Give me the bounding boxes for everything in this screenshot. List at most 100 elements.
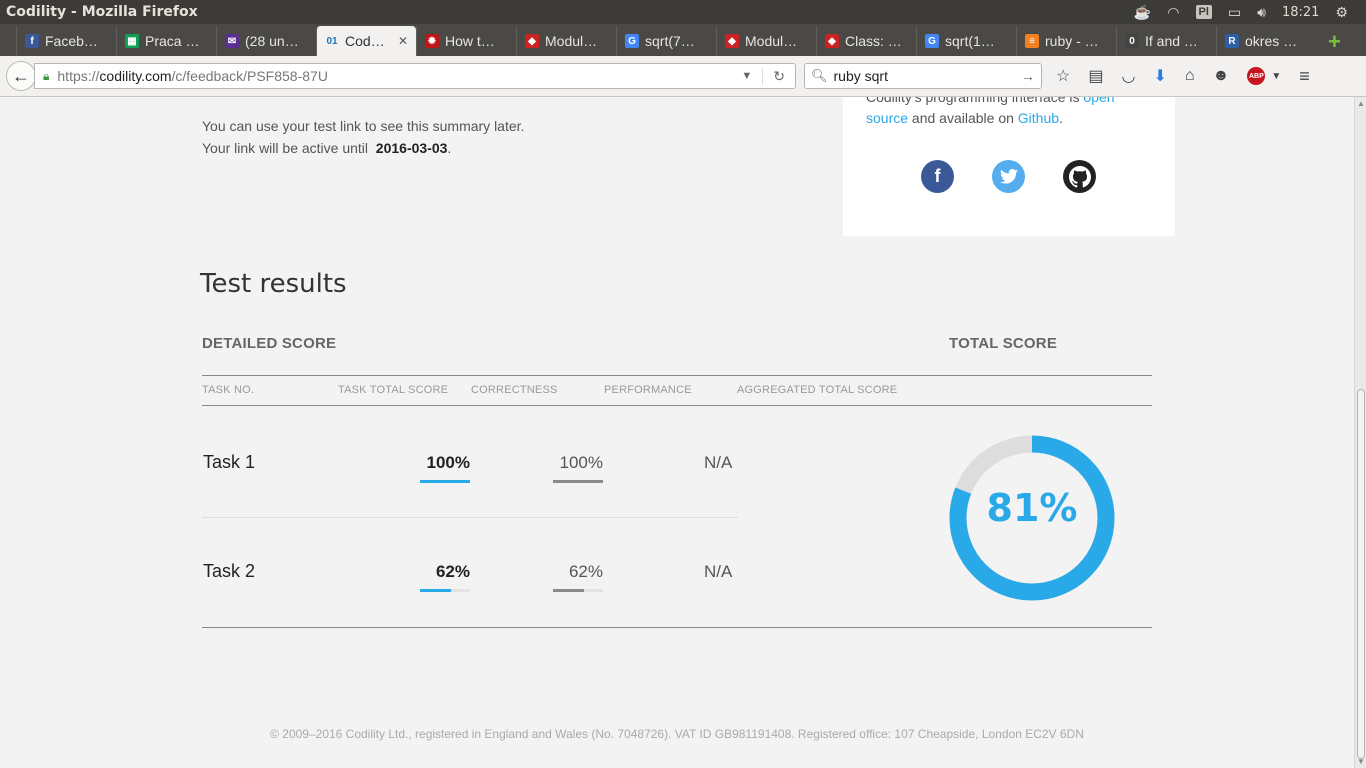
browser-tab[interactable]: 0 If and … [1116, 26, 1216, 56]
task-2-link[interactable]: Task 2 [203, 561, 255, 582]
facebook-icon: f [25, 34, 39, 48]
task-1-correctness-bar [553, 480, 603, 483]
browser-tab[interactable]: ✹ How t… [416, 26, 516, 56]
toolbar-icons: ☆ ▤ ◡ ⬇ ⌂ ☻ ABP ▼ [1056, 66, 1281, 86]
tab-label: How t… [445, 33, 495, 49]
sheets-icon: ▦ [125, 34, 139, 48]
back-arrow-icon: ← [12, 65, 30, 86]
tab-label: ruby - … [1045, 33, 1099, 49]
total-score-value: 81% [986, 486, 1078, 530]
browser-tab[interactable]: ◆ Modul… [516, 26, 616, 56]
coffee-cup-icon[interactable]: ☕ [1134, 4, 1151, 21]
col-correctness: CORRECTNESS [471, 384, 558, 396]
facebook-icon[interactable]: f [921, 160, 954, 193]
tab-strip: f Faceb… ▦ Praca … ✉ (28 un… 01 Cod… ✕ ✹ How t… ◆ Mo… [0, 24, 1366, 56]
task-2-correctness-bar [553, 589, 603, 592]
stackoverflow-icon: ≡ [1025, 34, 1039, 48]
vertical-scrollbar[interactable]: ▲ ▼ [1354, 97, 1366, 768]
wifi-icon[interactable]: ◠ [1167, 4, 1179, 21]
search-icon: 🔍︎ [811, 68, 828, 83]
url-host: codility.com [99, 68, 172, 84]
window-title: Codility - Mozilla Firefox [6, 4, 198, 20]
back-button[interactable]: ← [6, 61, 36, 91]
bookmark-star-icon[interactable]: ☆ [1056, 66, 1070, 86]
page-icon: 0 [1125, 34, 1139, 48]
browser-tab[interactable]: ≡ ruby - … [1016, 26, 1116, 56]
volume-icon[interactable]: 🔊︎ [1257, 4, 1266, 21]
browser-tab[interactable]: f Faceb… [16, 26, 116, 56]
col-performance: PERFORMANCE [604, 384, 692, 396]
close-tab-icon[interactable]: ✕ [398, 34, 408, 48]
hello-chat-icon[interactable]: ☻ [1213, 67, 1230, 85]
total-score-heading: TOTAL SCORE [949, 335, 1058, 352]
tab-label: Cod… [345, 33, 385, 49]
url-history-dropdown-icon[interactable]: ▼ [741, 70, 752, 82]
scroll-up-arrow-icon[interactable]: ▲ [1357, 99, 1365, 108]
search-go-arrow-icon[interactable]: → [1021, 68, 1035, 84]
os-top-panel: Codility - Mozilla Firefox ☕ ◠ Pl ▭ 🔊︎ 1… [0, 0, 1366, 24]
browser-tab[interactable]: ✉ (28 un… [216, 26, 316, 56]
system-tray: ☕ ◠ Pl ▭ 🔊︎ 18:21 ⚙ [1134, 0, 1366, 24]
browser-tab[interactable]: ◆ Modul… [716, 26, 816, 56]
scroll-thumb[interactable] [1357, 389, 1365, 759]
table-bottom-rule [202, 627, 1152, 628]
table-header-rule [202, 405, 1152, 406]
github-link[interactable]: Github [1018, 110, 1059, 126]
home-icon[interactable]: ⌂ [1185, 67, 1195, 85]
url-bar[interactable]: 🔒︎ https://codility.com/c/feedback/PSF85… [34, 63, 796, 89]
task-2-total-score: 62% [435, 562, 470, 581]
info-line-1: You can use your test link to see this s… [202, 118, 525, 134]
detailed-score-heading: DETAILED SCORE [202, 335, 337, 352]
col-task-total-score: TASK TOTAL SCORE [338, 384, 449, 396]
navigation-toolbar: ← 🔒︎ https://codility.com/c/feedback/PSF… [0, 56, 1366, 97]
col-task-no: TASK NO. [202, 384, 255, 396]
mail-icon: ✉ [225, 34, 239, 48]
hamburger-menu-icon[interactable]: ≡ [1299, 66, 1310, 87]
github-icon[interactable] [1063, 160, 1096, 193]
open-source-text: Codility's programming interface is open… [866, 97, 1136, 129]
tab-label: Modul… [745, 33, 798, 49]
task-1-link[interactable]: Task 1 [203, 452, 255, 473]
search-input[interactable]: ruby sqrt [834, 68, 888, 84]
new-tab-plus-icon[interactable]: + [1328, 28, 1341, 56]
test-link-info: You can use your test link to see this s… [202, 115, 524, 159]
row-separator [202, 517, 738, 518]
ruby-icon: ◆ [825, 34, 839, 48]
browser-tab[interactable]: Gsqrt(1… [916, 26, 1016, 56]
browser-tab[interactable]: 01 Cod… ✕ [316, 26, 416, 56]
scroll-down-arrow-icon[interactable]: ▼ [1357, 757, 1365, 766]
keyboard-layout-indicator[interactable]: Pl [1195, 5, 1212, 19]
adblock-plus-icon[interactable]: ABP [1247, 67, 1266, 85]
power-gear-icon[interactable]: ⚙ [1335, 4, 1348, 21]
google-icon: G [625, 34, 639, 48]
adblock-dropdown-icon[interactable]: ▼ [1271, 71, 1281, 82]
test-results-heading: Test results [200, 269, 347, 299]
clock[interactable]: 18:21 [1282, 5, 1319, 20]
footer-copyright: © 2009–2016 Codility Ltd., registered in… [270, 727, 1084, 741]
browser-tab[interactable]: Rokres … [1216, 26, 1316, 56]
browser-tab[interactable]: ◆ Class: … [816, 26, 916, 56]
reload-icon[interactable]: ↻ [762, 67, 795, 85]
task-1-correctness: 100% [559, 453, 603, 472]
r-icon: R [1225, 34, 1239, 48]
twitter-icon[interactable] [992, 160, 1025, 193]
info-line-2: Your link will be active until 2016-03-0… [202, 140, 452, 156]
ruby-icon: ◆ [525, 34, 539, 48]
page-content: You can use your test link to see this s… [0, 97, 1354, 768]
codility-icon: 01 [326, 35, 338, 47]
search-box[interactable]: 🔍︎ ruby sqrt → [804, 63, 1042, 89]
lock-icon[interactable]: 🔒︎ [43, 69, 49, 84]
download-arrow-icon[interactable]: ⬇ [1153, 66, 1166, 86]
url-path: /c/feedback/PSF858-87U [171, 68, 328, 84]
browser-tab[interactable]: ▦ Praca … [116, 26, 216, 56]
battery-icon[interactable]: ▭ [1228, 4, 1241, 21]
table-top-rule [202, 375, 1152, 376]
ruby-icon: ◆ [725, 34, 739, 48]
browser-tab[interactable]: Gsqrt(7… [616, 26, 716, 56]
pocket-icon[interactable]: ◡ [1121, 66, 1135, 86]
tab-label: sqrt(1… [945, 33, 995, 49]
reading-list-icon[interactable]: ▤ [1088, 66, 1103, 86]
bug-icon: ✹ [425, 34, 439, 48]
active-until-date: 2016-03-03 [375, 140, 448, 156]
tab-label: If and … [1145, 33, 1198, 49]
